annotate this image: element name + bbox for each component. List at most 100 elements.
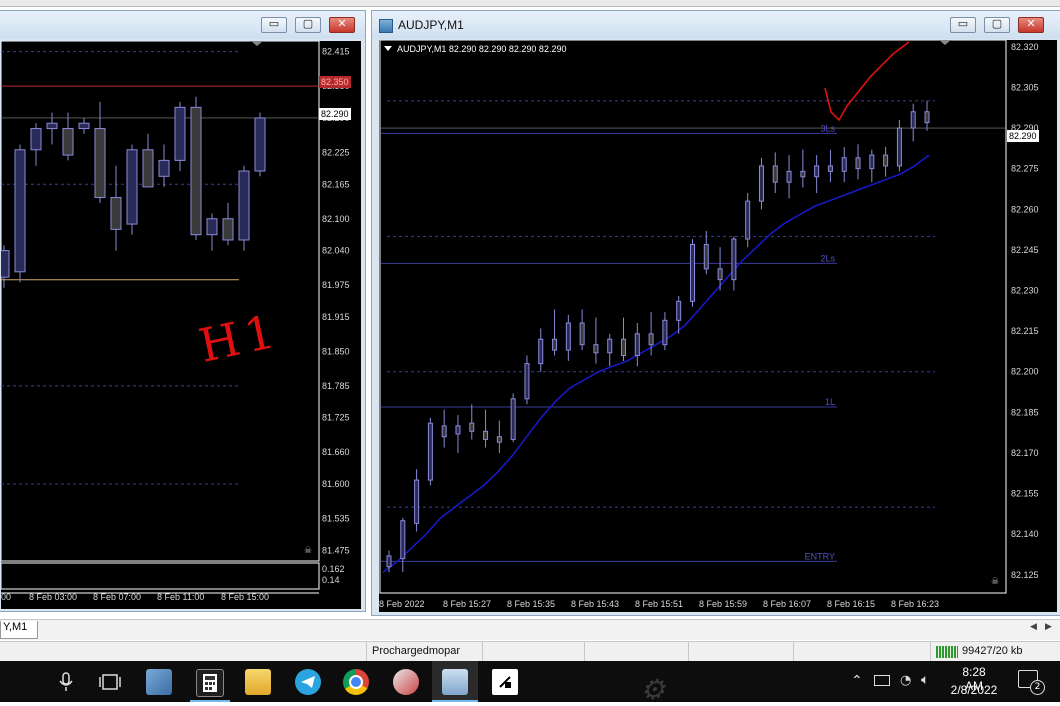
right-level-label-l3: 3Ls bbox=[820, 123, 835, 133]
chart-header-quote: AUDJPY,M1 82.290 82.290 82.290 82.290 bbox=[397, 44, 567, 54]
right-candle-body bbox=[648, 333, 654, 346]
maximize-button[interactable]: ▢ bbox=[295, 17, 321, 33]
right-price-tick: 82.230 bbox=[1011, 286, 1039, 296]
status-divider bbox=[584, 642, 585, 662]
minimize-button[interactable]: ▭ bbox=[261, 17, 287, 33]
status-profile[interactable]: Prochargedmopar bbox=[372, 645, 460, 657]
right-time-label: 8 Feb 15:35 bbox=[507, 599, 555, 609]
right-time-label: 8 Feb 2022 bbox=[379, 599, 425, 609]
right-candle-body bbox=[510, 398, 516, 440]
left-current-price-label: 82.290 bbox=[319, 108, 351, 120]
left-candle-body bbox=[94, 128, 106, 199]
right-candle-body bbox=[634, 333, 640, 356]
left-skull-icon: ☠ bbox=[304, 545, 312, 555]
connection-bars-icon bbox=[936, 646, 958, 658]
chrome-icon[interactable] bbox=[343, 669, 369, 695]
right-chart-area[interactable]: 82.320 82.305 82.290 82.275 82.260 82.245 82.2… bbox=[379, 40, 1057, 612]
task-view-icon[interactable] bbox=[97, 669, 123, 695]
calculator-icon[interactable] bbox=[196, 669, 224, 697]
right-price-tick: 82.320 bbox=[1011, 42, 1039, 52]
left-time-label: 8 Feb 11:00 bbox=[157, 592, 205, 602]
left-time-label: 8 Feb 07:00 bbox=[93, 592, 142, 602]
tab-chart[interactable]: Y,M1 bbox=[0, 621, 38, 639]
left-candle-body bbox=[30, 128, 42, 151]
right-candle-body bbox=[552, 338, 558, 351]
notification-count-badge: 2 bbox=[1030, 680, 1045, 695]
microphone-icon[interactable] bbox=[53, 669, 79, 695]
left-price-tick: 81.850 bbox=[322, 346, 350, 356]
right-candle-body bbox=[869, 154, 875, 170]
sticky-notes-icon[interactable] bbox=[492, 669, 518, 695]
file-explorer-icon[interactable] bbox=[245, 669, 271, 695]
clock-date[interactable]: 2/8/2022 bbox=[948, 683, 1000, 697]
left-shift-marker-icon bbox=[251, 41, 263, 46]
right-candle-body bbox=[855, 157, 861, 170]
windows-taskbar: ⚙ ⌃ ◔ 🔈︎ 8:28 AM 2/8/2022 2 bbox=[0, 659, 1060, 706]
right-candle-body bbox=[565, 322, 571, 351]
right-candle-body bbox=[400, 520, 406, 560]
left-alert-price-label: 82.350 bbox=[319, 76, 351, 88]
right-level-label-l1: 1L bbox=[825, 397, 835, 407]
left-chart-window[interactable]: ▭ ▢ ✕ 82.415 82.350 82.290 82.225 82.165 82.1… bbox=[0, 10, 366, 612]
right-candle-body bbox=[607, 338, 613, 354]
minimize-button[interactable]: ▭ bbox=[950, 17, 976, 33]
right-candle-body bbox=[800, 170, 806, 178]
right-candle-body bbox=[841, 157, 847, 172]
right-price-tick: 82.260 bbox=[1011, 204, 1039, 214]
left-candle-body bbox=[174, 106, 186, 161]
left-price-tick: 81.535 bbox=[322, 514, 350, 524]
left-price-chart[interactable]: 82.415 82.350 82.290 82.225 82.165 82.100 82.0… bbox=[1, 41, 361, 609]
left-candle-body bbox=[62, 128, 74, 156]
left-candle-body bbox=[46, 122, 58, 130]
right-time-label: 8 Feb 15:59 bbox=[699, 599, 747, 609]
right-candle-body bbox=[731, 238, 737, 281]
volume-icon[interactable]: 🔈︎ bbox=[921, 672, 929, 688]
right-candle-body bbox=[455, 425, 461, 435]
right-price-tick: 82.215 bbox=[1011, 326, 1039, 336]
right-price-chart[interactable]: 82.320 82.305 82.290 82.275 82.260 82.245 82.2… bbox=[379, 40, 1057, 612]
right-candle-body bbox=[717, 268, 723, 281]
close-button[interactable]: ✕ bbox=[329, 17, 355, 33]
status-divider bbox=[793, 642, 794, 662]
right-price-tick: 82.305 bbox=[1011, 82, 1039, 92]
left-window-titlebar[interactable]: ▭ ▢ ✕ bbox=[0, 11, 365, 39]
right-price-tick: 82.140 bbox=[1011, 529, 1039, 539]
left-price-tick: 81.725 bbox=[322, 413, 350, 423]
toolbar-strip bbox=[0, 0, 1060, 7]
right-window-titlebar[interactable]: AUDJPY,M1 ▭ ▢ ✕ bbox=[372, 11, 1060, 39]
right-candle-body bbox=[427, 422, 433, 481]
left-chart-area[interactable]: 82.415 82.350 82.290 82.225 82.165 82.100 82.0… bbox=[1, 41, 361, 609]
right-candle-body bbox=[703, 243, 709, 270]
maximize-button[interactable]: ▢ bbox=[984, 17, 1010, 33]
chart-header-dropdown-icon[interactable] bbox=[384, 46, 392, 51]
chart-tabs-bar: Y,M1 ◀ ▶ bbox=[0, 619, 1060, 640]
left-price-tick: 81.785 bbox=[322, 381, 350, 391]
battery-icon[interactable] bbox=[874, 675, 890, 686]
wifi-icon[interactable]: ◔ bbox=[900, 673, 911, 688]
right-time-label: 8 Feb 15:27 bbox=[443, 599, 491, 609]
left-time-label: 8 Feb 03:00 bbox=[29, 592, 78, 602]
close-button[interactable]: ✕ bbox=[1018, 17, 1044, 33]
tab-scroll-left-icon[interactable]: ◀ bbox=[1030, 622, 1037, 632]
right-price-tick: 82.155 bbox=[1011, 489, 1039, 499]
left-price-tick: 82.100 bbox=[322, 214, 350, 224]
right-candle-body bbox=[662, 319, 668, 346]
left-candle-body bbox=[142, 149, 154, 188]
right-price-tick: 82.275 bbox=[1011, 164, 1039, 174]
right-price-tick: 82.200 bbox=[1011, 367, 1039, 377]
left-time-label: 8 Feb 15:00 bbox=[221, 592, 270, 602]
right-candle-body bbox=[814, 165, 820, 178]
right-candle-body bbox=[883, 154, 889, 167]
left-candle-body bbox=[126, 149, 138, 225]
left-price-tick: 81.660 bbox=[322, 447, 350, 457]
right-candle-body bbox=[593, 344, 599, 354]
right-price-tick: 82.185 bbox=[1011, 407, 1039, 417]
tab-scroll-right-icon[interactable]: ▶ bbox=[1045, 622, 1052, 632]
right-skull-icon: ☠ bbox=[991, 576, 999, 586]
right-chart-window[interactable]: AUDJPY,M1 ▭ ▢ ✕ 82.320 82.305 82.290 82.275… bbox=[371, 10, 1060, 616]
control-panel-icon[interactable] bbox=[146, 669, 172, 695]
telegram-icon[interactable] bbox=[295, 669, 321, 695]
chevron-up-icon[interactable]: ⌃ bbox=[851, 673, 863, 689]
snipping-tool-icon[interactable] bbox=[393, 669, 419, 695]
right-moving-average-line bbox=[382, 154, 930, 573]
